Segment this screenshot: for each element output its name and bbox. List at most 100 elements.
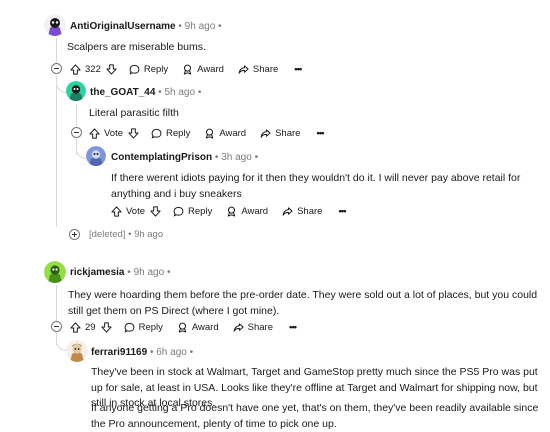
- comment-author[interactable]: AntiOriginalUsername • 9h ago •: [70, 21, 222, 32]
- more-icon: •••: [316, 127, 324, 139]
- comment-text: Scalpers are miserable bums.: [67, 41, 206, 53]
- avatar[interactable]: [44, 14, 66, 36]
- comment-author[interactable]: rickjamesia • 9h ago •: [70, 267, 170, 278]
- deleted-label: [deleted]: [89, 229, 126, 240]
- more-icon: •••: [289, 321, 297, 333]
- share-label: Share: [297, 205, 323, 217]
- username[interactable]: AntiOriginalUsername: [70, 21, 176, 32]
- thread-line: [56, 285, 57, 321]
- collapse-button[interactable]: [51, 63, 62, 74]
- more-icon: •••: [338, 205, 346, 217]
- reply-button[interactable]: Reply: [173, 206, 212, 217]
- upvote-icon: [70, 63, 81, 75]
- more-options-button[interactable]: •••: [289, 321, 297, 333]
- award-button[interactable]: Award: [177, 322, 219, 333]
- comment-actions: Vote Reply Award Share •••: [89, 125, 324, 141]
- thread-line: [76, 104, 77, 126]
- comment-author[interactable]: the_GOAT_44 • 5h ago •: [90, 87, 201, 98]
- comment-actions: 322 Reply Award Share •••: [70, 61, 302, 77]
- plus-icon: [72, 232, 77, 237]
- award-label: Award: [197, 63, 224, 75]
- separator: •: [218, 21, 222, 32]
- share-button[interactable]: Share: [233, 322, 273, 333]
- timestamp[interactable]: 3h ago: [221, 152, 252, 163]
- upvote-button[interactable]: [70, 321, 81, 333]
- share-button[interactable]: Share: [238, 64, 278, 75]
- reply-button[interactable]: Reply: [151, 128, 190, 139]
- vote-count: Vote: [104, 127, 124, 139]
- downvote-icon: [100, 321, 112, 333]
- reply-label: Reply: [138, 321, 163, 333]
- timestamp[interactable]: 5h ago: [164, 87, 195, 98]
- downvote-button[interactable]: [128, 127, 139, 139]
- username[interactable]: the_GOAT_44: [90, 87, 155, 98]
- comment-bubble-icon: [129, 64, 140, 75]
- vote-count: 322: [85, 63, 101, 75]
- avatar[interactable]: [44, 261, 66, 283]
- timestamp[interactable]: 9h ago: [134, 267, 165, 278]
- reply-label: Reply: [188, 205, 213, 217]
- comment-author[interactable]: ferrari91169 • 6h ago •: [91, 347, 193, 358]
- award-icon: [183, 64, 192, 75]
- share-icon: [238, 64, 249, 74]
- upvote-icon: [70, 321, 81, 333]
- upvote-icon: [111, 205, 122, 217]
- comment-text: If there werent idiots paying for it the…: [111, 172, 521, 200]
- thread-line: [56, 77, 57, 227]
- award-label: Award: [219, 127, 247, 139]
- reply-label: Reply: [166, 127, 191, 139]
- downvote-icon: [128, 127, 139, 139]
- comment-author[interactable]: ContemplatingPrison • 3h ago •: [111, 152, 258, 163]
- avatar[interactable]: [86, 146, 106, 166]
- upvote-button[interactable]: [111, 205, 122, 217]
- minus-icon: [54, 326, 59, 327]
- timestamp[interactable]: 6h ago: [156, 347, 187, 358]
- comment-text: Literal parasitic filth: [89, 107, 179, 119]
- upvote-button[interactable]: [70, 63, 81, 75]
- award-icon: [178, 322, 187, 333]
- minus-icon: [54, 68, 59, 69]
- more-options-button[interactable]: •••: [294, 64, 302, 75]
- separator: •: [178, 21, 182, 32]
- separator: •: [197, 87, 202, 98]
- downvote-button[interactable]: [106, 63, 117, 75]
- username[interactable]: ferrari91169: [91, 347, 147, 358]
- share-button[interactable]: Share: [260, 128, 300, 139]
- username[interactable]: rickjamesia: [70, 267, 125, 278]
- separator: •: [254, 152, 259, 163]
- separator: •: [127, 267, 131, 278]
- comment-bubble-icon: [173, 206, 184, 217]
- award-icon: [206, 128, 214, 139]
- downvote-button[interactable]: [150, 205, 161, 217]
- downvote-icon: [106, 63, 117, 75]
- collapse-button[interactable]: [51, 321, 62, 332]
- reply-button[interactable]: Reply: [124, 322, 163, 333]
- avatar[interactable]: [66, 340, 88, 362]
- separator: •: [128, 229, 132, 240]
- collapse-button[interactable]: [71, 127, 82, 138]
- award-label: Award: [241, 205, 269, 217]
- thread-line: [56, 38, 57, 66]
- minus-icon: [74, 132, 79, 133]
- vote-count: Vote: [126, 205, 146, 217]
- award-button[interactable]: Award: [182, 64, 224, 75]
- username[interactable]: ContemplatingPrison: [111, 152, 212, 163]
- reply-button[interactable]: Reply: [129, 64, 168, 75]
- separator: •: [189, 347, 194, 358]
- more-options-button[interactable]: •••: [338, 205, 346, 217]
- avatar[interactable]: [66, 81, 86, 101]
- upvote-button[interactable]: [89, 127, 100, 139]
- downvote-button[interactable]: [100, 321, 112, 333]
- timestamp: 9h ago: [134, 229, 164, 240]
- deleted-comment[interactable]: [deleted] • 9h ago: [89, 229, 163, 240]
- separator: •: [149, 347, 154, 358]
- expand-button[interactable]: [69, 229, 80, 240]
- timestamp[interactable]: 9h ago: [185, 21, 216, 32]
- share-button[interactable]: Share: [282, 206, 322, 217]
- comment-bubble-icon: [151, 128, 162, 139]
- award-button[interactable]: Award: [226, 206, 268, 217]
- reply-label: Reply: [143, 63, 169, 75]
- award-button[interactable]: Award: [204, 128, 246, 139]
- more-options-button[interactable]: •••: [316, 127, 324, 139]
- downvote-icon: [150, 205, 161, 217]
